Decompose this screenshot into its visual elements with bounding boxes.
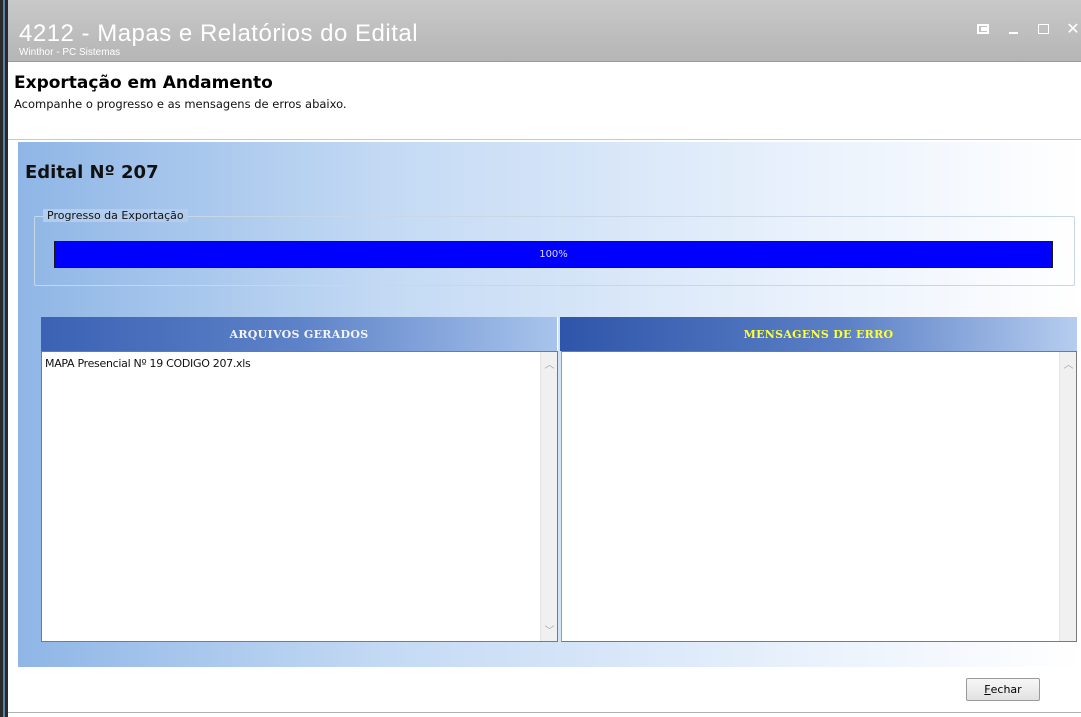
- files-list[interactable]: MAPA Presencial Nº 19 CODIGO 207.xls ︿ ﹀: [41, 351, 558, 642]
- chevron-up-icon[interactable]: ︿: [541, 355, 558, 372]
- window-subtitle: Winthor - PC Sistemas: [19, 47, 121, 58]
- export-panel: Edital Nº 207 Progresso da Exportação 10…: [18, 142, 1081, 667]
- footer: Fechar: [8, 667, 1081, 717]
- page-title: Exportação em Andamento: [14, 73, 273, 93]
- page-header: Exportação em Andamento Acompanhe o prog…: [8, 62, 1081, 140]
- errors-column-header: MENSAGENS DE ERRO: [560, 317, 1077, 351]
- chevron-down-icon[interactable]: ﹀: [541, 621, 558, 638]
- footer-divider: [8, 712, 1081, 713]
- minimize-icon[interactable]: [1005, 21, 1021, 37]
- close-icon[interactable]: ✕: [1065, 21, 1081, 38]
- progress-group-label: Progresso da Exportação: [43, 209, 188, 222]
- page-subtitle: Acompanhe o progresso e as mensagens de …: [14, 97, 347, 111]
- files-scrollbar[interactable]: ︿ ﹀: [540, 352, 557, 641]
- window-title: 4212 - Mapas e Relatórios do Edital: [19, 20, 419, 47]
- edital-title: Edital Nº 207: [25, 162, 159, 183]
- window-frame-edge: [0, 0, 8, 717]
- progress-group: Progresso da Exportação 100%: [34, 209, 1075, 286]
- restore-icon[interactable]: [975, 21, 991, 37]
- title-bar[interactable]: 4212 - Mapas e Relatórios do Edital Wint…: [8, 0, 1081, 62]
- progress-bar: 100%: [54, 241, 1053, 268]
- close-button[interactable]: Fechar: [966, 678, 1040, 701]
- errors-scrollbar[interactable]: ︿: [1059, 352, 1076, 641]
- list-item[interactable]: MAPA Presencial Nº 19 CODIGO 207.xls: [45, 357, 251, 370]
- main-window: 4212 - Mapas e Relatórios do Edital Wint…: [8, 0, 1081, 717]
- progress-value-label: 100%: [539, 249, 568, 260]
- window-controls: ✕: [975, 20, 1081, 38]
- errors-list[interactable]: ︿: [561, 351, 1077, 642]
- files-column-header: ARQUIVOS GERADOS: [41, 317, 558, 351]
- maximize-icon[interactable]: [1035, 21, 1051, 37]
- chevron-up-icon[interactable]: ︿: [1060, 355, 1077, 372]
- close-button-label: echar: [990, 683, 1022, 696]
